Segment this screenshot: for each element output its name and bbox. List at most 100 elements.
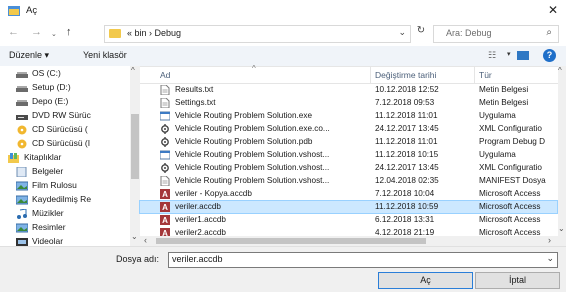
- sidebar-item[interactable]: Kitaplıklar: [0, 152, 130, 165]
- view-dropdown-icon[interactable]: ▾: [507, 50, 511, 58]
- new-folder-button[interactable]: Yeni klasör: [83, 50, 127, 60]
- file-type: Uygulama: [479, 150, 516, 159]
- help-button[interactable]: ?: [543, 49, 556, 62]
- config-icon: [160, 124, 170, 134]
- sidebar-item[interactable]: CD Sürücüsü (I: [0, 138, 130, 151]
- file-date: 11.12.2018 10:15: [375, 150, 439, 159]
- file-type: Metin Belgesi: [479, 85, 529, 94]
- file-name: Vehicle Routing Problem Solution.pdb: [175, 137, 313, 146]
- table-row[interactable]: Vehicle Routing Problem Solution.exe 11.1…: [140, 110, 557, 122]
- search-placeholder: Ara: Debug: [446, 28, 492, 38]
- scroll-down-icon[interactable]: ⌄: [558, 224, 565, 233]
- breadcrumb[interactable]: « bin › Debug: [127, 28, 181, 38]
- back-button[interactable]: ←: [8, 26, 19, 38]
- scroll-right-icon[interactable]: ›: [548, 235, 551, 245]
- view-options-icon[interactable]: ☷: [488, 50, 496, 61]
- file-list-horizontal-scrollbar[interactable]: ‹ ›: [140, 235, 566, 246]
- file-list: ^ Ad Değiştirme tarihi Tür Results.txt 10…: [139, 64, 566, 250]
- filename-dropdown-icon[interactable]: ⌄: [546, 253, 554, 264]
- config-icon: [160, 163, 170, 173]
- sidebar-item[interactable]: Setup (D:): [0, 82, 130, 95]
- table-row[interactable]: Vehicle Routing Problem Solution.vshost.…: [140, 175, 557, 187]
- sidebar-item[interactable]: Depo (E:): [0, 96, 130, 109]
- table-row[interactable]: Averiler1.accdb 6.12.2018 13:31 Microsoft …: [140, 214, 557, 226]
- search-icon[interactable]: ⌕: [546, 27, 552, 38]
- svg-text:A: A: [162, 190, 168, 199]
- file-date: 24.12.2017 13:45: [375, 163, 439, 172]
- sidebar-item[interactable]: DVD RW Sürüc: [0, 110, 130, 123]
- organize-button[interactable]: Düzenle ▾: [9, 50, 49, 61]
- navigation-pane-scrollbar[interactable]: ^ ⌄: [130, 66, 140, 250]
- sidebar-item-label: Film Rulosu: [32, 180, 77, 190]
- horizontal-scroll-thumb[interactable]: [156, 238, 426, 244]
- table-row[interactable]: Settings.txt 7.12.2018 09:53 Metin Belgesi: [140, 97, 557, 109]
- column-divider[interactable]: [370, 66, 371, 83]
- dialog-footer: Dosya adı: veriler.accdb ⌄ Aç İptal: [0, 246, 566, 292]
- scroll-up-icon[interactable]: ^: [558, 66, 562, 75]
- videos-icon: [16, 237, 28, 246]
- camera-roll-icon: [15, 181, 29, 191]
- filename-value[interactable]: veriler.accdb: [172, 254, 223, 264]
- table-row[interactable]: Results.txt 10.12.2018 12:52 Metin Belgesi: [140, 84, 557, 96]
- scroll-left-icon[interactable]: ‹: [144, 235, 147, 245]
- file-type: Metin Belgesi: [479, 98, 529, 107]
- dvd-drive-icon: [16, 111, 28, 120]
- file-type: Microsoft Access: [479, 215, 541, 224]
- up-button[interactable]: ↑: [66, 26, 72, 38]
- file-type: Program Debug D: [479, 137, 545, 146]
- file-rows: Results.txt 10.12.2018 12:52 Metin Belgesi…: [139, 84, 558, 244]
- scroll-up-icon[interactable]: ^: [131, 66, 135, 75]
- column-header-name[interactable]: Ad: [160, 70, 170, 80]
- forward-button[interactable]: →: [31, 26, 42, 38]
- sidebar-item[interactable]: CD Sürücüsü (: [0, 124, 130, 137]
- table-row[interactable]: Vehicle Routing Problem Solution.vshost.…: [140, 162, 557, 174]
- file-type: Uygulama: [479, 111, 516, 120]
- recent-dropdown-icon[interactable]: ⌄: [51, 30, 57, 38]
- table-row[interactable]: Vehicle Routing Problem Solution.vshost.…: [140, 149, 557, 161]
- window-title: Aç: [26, 5, 38, 16]
- scroll-thumb[interactable]: [131, 114, 139, 179]
- file-date: 11.12.2018 11:01: [375, 137, 438, 146]
- table-row[interactable]: Averiler - Kopya.accdb 7.12.2018 10:04 Mic…: [140, 188, 557, 200]
- file-type: Microsoft Access: [479, 202, 541, 211]
- svg-text:A: A: [162, 203, 168, 212]
- sidebar-item[interactable]: Film Rulosu: [0, 180, 130, 193]
- filename-input[interactable]: veriler.accdb ⌄: [168, 252, 558, 268]
- column-header-type[interactable]: Tür: [479, 70, 492, 80]
- file-date: 11.12.2018 11:01: [375, 111, 438, 120]
- column-header-date[interactable]: Değiştirme tarihi: [375, 70, 436, 80]
- table-row-selected[interactable]: Averiler.accdb 11.12.2018 10:59 Microsoft …: [139, 200, 558, 214]
- file-date: 24.12.2017 13:45: [375, 124, 439, 133]
- address-dropdown-icon[interactable]: ⌄: [398, 27, 406, 38]
- column-headers: ^ Ad Değiştirme tarihi Tür: [140, 64, 566, 84]
- command-bar: Düzenle ▾ Yeni klasör ☷ ▾ ?: [0, 46, 566, 67]
- access-db-icon: A: [160, 215, 170, 225]
- file-type: MANIFEST Dosya: [479, 176, 546, 185]
- refresh-button[interactable]: ↻: [413, 25, 429, 43]
- table-row[interactable]: Vehicle Routing Problem Solution.pdb 11.1…: [140, 136, 557, 148]
- file-date: 7.12.2018 10:04: [375, 189, 435, 198]
- column-divider[interactable]: [474, 66, 475, 83]
- sidebar-item[interactable]: Kaydedilmiş Re: [0, 194, 130, 207]
- preview-pane-icon[interactable]: [517, 51, 529, 60]
- table-row[interactable]: Vehicle Routing Problem Solution.exe.co.…: [140, 123, 557, 135]
- file-name: Results.txt: [175, 85, 214, 94]
- exe-icon: [159, 150, 171, 160]
- drive-icon: [16, 97, 28, 106]
- address-bar[interactable]: « bin › Debug ⌄: [104, 25, 411, 43]
- close-button[interactable]: ✕: [546, 3, 560, 17]
- cancel-button[interactable]: İptal: [475, 272, 560, 289]
- file-date: 7.12.2018 09:53: [375, 98, 435, 107]
- cd-drive-icon: [16, 125, 28, 135]
- sidebar-item[interactable]: OS (C:): [0, 68, 130, 81]
- exe-icon: [159, 111, 171, 121]
- file-name: Vehicle Routing Problem Solution.exe: [175, 111, 312, 120]
- scroll-down-icon[interactable]: ⌄: [131, 232, 138, 241]
- sidebar-item[interactable]: Belgeler: [0, 166, 130, 179]
- file-name: veriler.accdb: [175, 202, 221, 211]
- file-list-vertical-scrollbar[interactable]: ^ ⌄: [558, 66, 566, 236]
- sidebar-item[interactable]: Müzikler: [0, 208, 130, 221]
- open-button[interactable]: Aç: [378, 272, 473, 289]
- search-input[interactable]: Ara: Debug ⌕: [433, 25, 559, 43]
- sidebar-item[interactable]: Resimler: [0, 222, 130, 235]
